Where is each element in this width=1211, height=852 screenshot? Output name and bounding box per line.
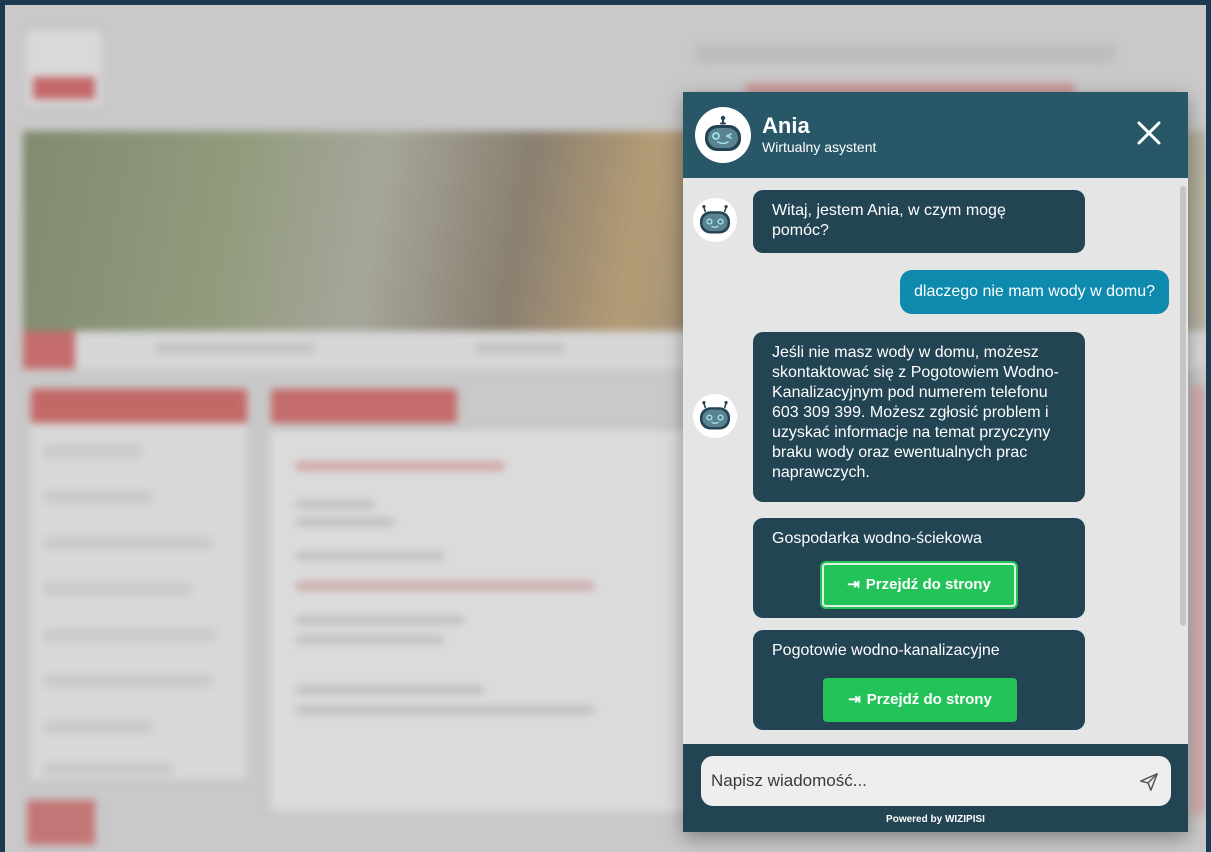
bot-message-greeting: Witaj, jestem Ania, w czym mogę pomóc? [753, 190, 1085, 253]
robot-avatar-icon [699, 400, 731, 430]
robot-avatar-icon [699, 204, 731, 234]
message-input[interactable] [701, 756, 1171, 806]
bot-avatar [693, 198, 737, 242]
bot-message-answer: Jeśli nie masz wody w domu, możesz skont… [753, 332, 1085, 502]
robot-avatar-icon [695, 107, 751, 163]
card-title: Pogotowie wodno-kanalizacyjne [772, 642, 1000, 659]
powered-by: Powered by WIZIPISI [886, 814, 985, 825]
send-icon [1140, 773, 1158, 791]
assistant-subtitle: Wirtualny asystent [762, 139, 877, 155]
arrow-right-to-bracket-icon: ⇥ [847, 576, 860, 593]
link-card: Pogotowie wodno-kanalizacyjne ⇥ Przejdź … [753, 630, 1085, 730]
close-icon [1137, 121, 1161, 145]
chat-messages[interactable]: Witaj, jestem Ania, w czym mogę pomóc? d… [683, 178, 1188, 744]
send-button[interactable] [1138, 771, 1160, 793]
go-to-page-button[interactable]: ⇥ Przejdź do strony [822, 563, 1016, 607]
chat-widget: Ania Wirtualny asystent Witaj, jestem An… [683, 92, 1188, 832]
card-title: Gospodarka wodno-ściekowa [772, 530, 982, 547]
close-button[interactable] [1134, 118, 1164, 148]
chat-footer: Powered by WIZIPISI [683, 744, 1188, 832]
go-to-page-button[interactable]: ⇥ Przejdź do strony [823, 678, 1017, 722]
link-card: Gospodarka wodno-ściekowa ⇥ Przejdź do s… [753, 518, 1085, 618]
scrollbar[interactable] [1180, 186, 1186, 626]
chat-header: Ania Wirtualny asystent [683, 92, 1188, 178]
assistant-name: Ania [762, 113, 810, 138]
user-message: dlaczego nie mam wody w domu? [899, 270, 1169, 314]
arrow-right-to-bracket-icon: ⇥ [848, 691, 861, 708]
bot-avatar [693, 394, 737, 438]
